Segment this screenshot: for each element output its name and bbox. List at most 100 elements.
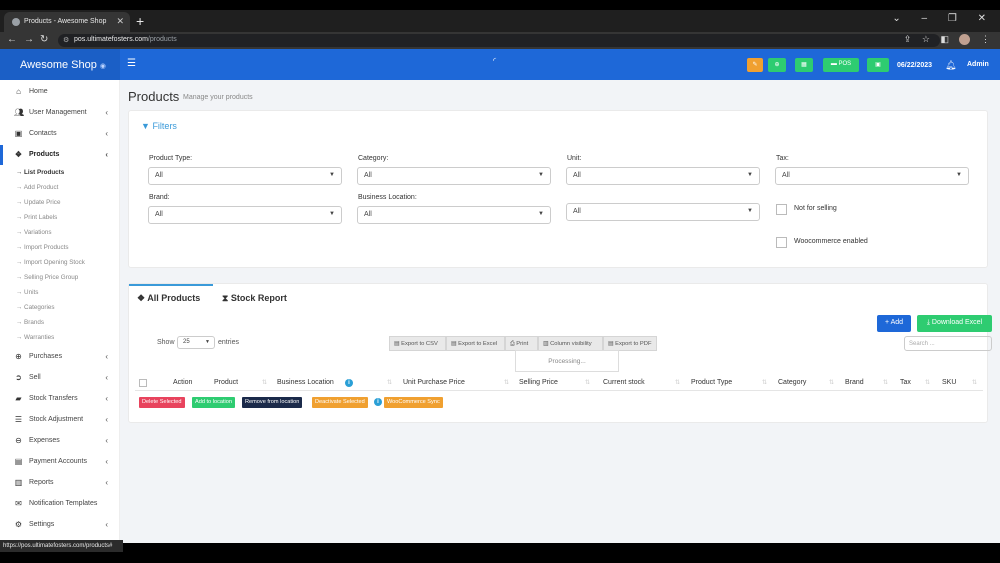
sidebar-item-payment-accounts[interactable]: ▤ Payment Accounts ‹ [0, 452, 120, 472]
bookmark-star-icon[interactable]: ☆ [922, 34, 930, 44]
select-all-checkbox[interactable] [139, 379, 147, 387]
sort-icon[interactable]: ⇅ [504, 379, 509, 386]
add-to-location-button[interactable]: Add to location [192, 397, 236, 408]
column-header-action[interactable]: Action [173, 379, 192, 386]
column-visibility-button[interactable]: ▥ Column visibility [538, 336, 603, 351]
url-input[interactable]: ⚙ pos.ultimatefosters.com/products [58, 34, 940, 47]
close-window-icon[interactable]: ✕ [978, 13, 986, 24]
back-icon[interactable]: ← [7, 34, 17, 45]
woocommerce-enabled-checkbox[interactable] [776, 237, 787, 248]
column-header-business-location[interactable]: Business Location [277, 379, 334, 386]
sort-icon[interactable]: ⇅ [972, 379, 977, 386]
sidebar-sub-print-labels[interactable]: → Print Labels [16, 214, 57, 221]
browser-tab[interactable]: Products - Awesome Shop ✕ [4, 12, 130, 32]
sort-icon[interactable]: ⇅ [925, 379, 930, 386]
sidebar-item-home[interactable]: ⌂ Home [0, 82, 120, 102]
restore-icon[interactable]: ❐ [948, 13, 957, 24]
delete-selected-button[interactable]: Delete Selected [139, 397, 185, 408]
sidebar-sub-brands[interactable]: → Brands [16, 319, 44, 326]
column-header-product-type[interactable]: Product Type [691, 379, 732, 386]
category-select[interactable]: All ▼ [357, 167, 551, 185]
sidebar-item-settings[interactable]: ⚙ Settings ‹ [0, 515, 120, 535]
unit-select[interactable]: All ▼ [566, 167, 760, 185]
page-size-select[interactable]: 25 ▼ [177, 336, 215, 349]
sidebar-item-user-management[interactable]: 👥︎ User Management ‹ [0, 103, 120, 123]
column-header-brand[interactable]: Brand [845, 379, 864, 386]
sidebar-sub-variations[interactable]: → Variations [16, 229, 52, 236]
sort-icon[interactable]: ⇅ [883, 379, 888, 386]
filters-toggle[interactable]: ▼ Filters [141, 121, 177, 131]
add-shortcut-button[interactable]: ⊕ [768, 58, 786, 72]
sidebar-item-stock-transfers[interactable]: ▰ Stock Transfers ‹ [0, 389, 120, 409]
tab-all-products[interactable]: ❖ All Products [137, 293, 200, 304]
sidebar-toggle-icon[interactable]: ☰ [127, 58, 136, 69]
sidebar-item-sell[interactable]: ➲ Sell ‹ [0, 368, 120, 388]
sidebar-sub-import-opening-stock[interactable]: → Import Opening Stock [16, 259, 85, 266]
cash-button[interactable]: ▣ [867, 58, 889, 72]
column-header-current-stock[interactable]: Current stock [603, 379, 645, 386]
column-header-sku[interactable]: SKU [942, 379, 956, 386]
sidebar-item-purchases[interactable]: ⊕ Purchases ‹ [0, 347, 120, 367]
new-tab-icon[interactable]: + [136, 13, 144, 29]
calculator-button[interactable]: ▦ [795, 58, 813, 72]
export-pdf-button[interactable]: ▤ Export to PDF [603, 336, 657, 351]
sort-icon[interactable]: ⇅ [762, 379, 767, 386]
sidebar-item-stock-adjustment[interactable]: ☰ Stock Adjustment ‹ [0, 410, 120, 430]
sidebar-sub-list-products[interactable]: → List Products [16, 169, 64, 176]
brand-select[interactable]: All ▼ [148, 206, 342, 224]
remove-from-location-button[interactable]: Remove from location [242, 397, 303, 408]
sidebar-item-notification-templates[interactable]: ✉ Notification Templates [0, 494, 120, 514]
info-icon[interactable]: i [345, 379, 353, 387]
download-excel-button[interactable]: ⤓ Download Excel [917, 315, 992, 332]
reload-icon[interactable]: ↻ [40, 34, 48, 45]
site-info-icon[interactable]: ⚙ [63, 36, 69, 44]
column-header-selling-price[interactable]: Selling Price [519, 379, 558, 386]
export-excel-button[interactable]: ▤ Export to Excel [446, 336, 505, 351]
close-icon[interactable]: ✕ [116, 16, 124, 27]
sort-icon[interactable]: ⇅ [585, 379, 590, 386]
print-button[interactable]: ⎙ Print [505, 336, 538, 351]
deactivate-selected-button[interactable]: Deactivate Selected [312, 397, 368, 408]
user-menu[interactable]: Admin [967, 61, 989, 68]
tax-select[interactable]: All ▼ [775, 167, 969, 185]
column-header-unit-purchase-price[interactable]: Unit Purchase Price [403, 379, 465, 386]
tab-search-icon[interactable]: ⌄ [892, 13, 900, 24]
add-product-button[interactable]: + Add [877, 315, 911, 332]
sort-icon[interactable]: ⇅ [675, 379, 680, 386]
column-header-product[interactable]: Product [214, 379, 238, 386]
sort-icon[interactable]: ⇅ [262, 379, 267, 386]
business-location-select[interactable]: All ▼ [357, 206, 551, 224]
extra-filter-select[interactable]: All ▼ [566, 203, 760, 221]
woocommerce-sync-button[interactable]: WooCommerce Sync [384, 397, 443, 408]
sidebar-item-contacts[interactable]: ▣ Contacts ‹ [0, 124, 120, 144]
calculator-shortcut-button[interactable]: ✎ [747, 58, 763, 72]
side-panel-icon[interactable]: ◧ [940, 34, 949, 44]
forward-icon[interactable]: → [24, 34, 34, 45]
info-icon[interactable]: i [374, 398, 382, 406]
sidebar-sub-categories[interactable]: → Categories [16, 304, 55, 311]
tab-stock-report[interactable]: ⧗ Stock Report [222, 293, 287, 304]
minimize-icon[interactable]: – [922, 13, 928, 24]
table-search-input[interactable]: Search ... [904, 336, 992, 351]
sidebar-sub-warranties[interactable]: → Warranties [16, 334, 54, 341]
export-csv-button[interactable]: ▤ Export to CSV [389, 336, 446, 351]
share-icon[interactable]: ⇪ [904, 34, 912, 44]
menu-dots-icon[interactable]: ⋮ [981, 34, 990, 44]
sidebar-item-expenses[interactable]: ⊖ Expenses ‹ [0, 431, 120, 451]
brand[interactable]: Awesome Shop ◉ [0, 49, 120, 80]
sidebar-sub-update-price[interactable]: → Update Price [16, 199, 60, 206]
sidebar-item-reports[interactable]: ▥ Reports ‹ [0, 473, 120, 493]
not-for-selling-checkbox[interactable] [776, 204, 787, 215]
sidebar-sub-add-product[interactable]: → Add Product [16, 184, 58, 191]
sort-icon[interactable]: ⇅ [829, 379, 834, 386]
sort-icon[interactable]: ⇅ [387, 379, 392, 386]
profile-avatar[interactable] [959, 34, 971, 46]
bell-icon[interactable]: 🔔︎ [945, 60, 956, 71]
column-header-tax[interactable]: Tax [900, 379, 911, 386]
sidebar-sub-import-products[interactable]: → Import Products [16, 244, 69, 251]
column-header-category[interactable]: Category [778, 379, 806, 386]
pos-button[interactable]: ▬ POS [823, 58, 859, 72]
sidebar-sub-units[interactable]: → Units [16, 289, 38, 296]
product-type-select[interactable]: All ▼ [148, 167, 342, 185]
sidebar-sub-selling-price-group[interactable]: → Selling Price Group [16, 274, 78, 281]
